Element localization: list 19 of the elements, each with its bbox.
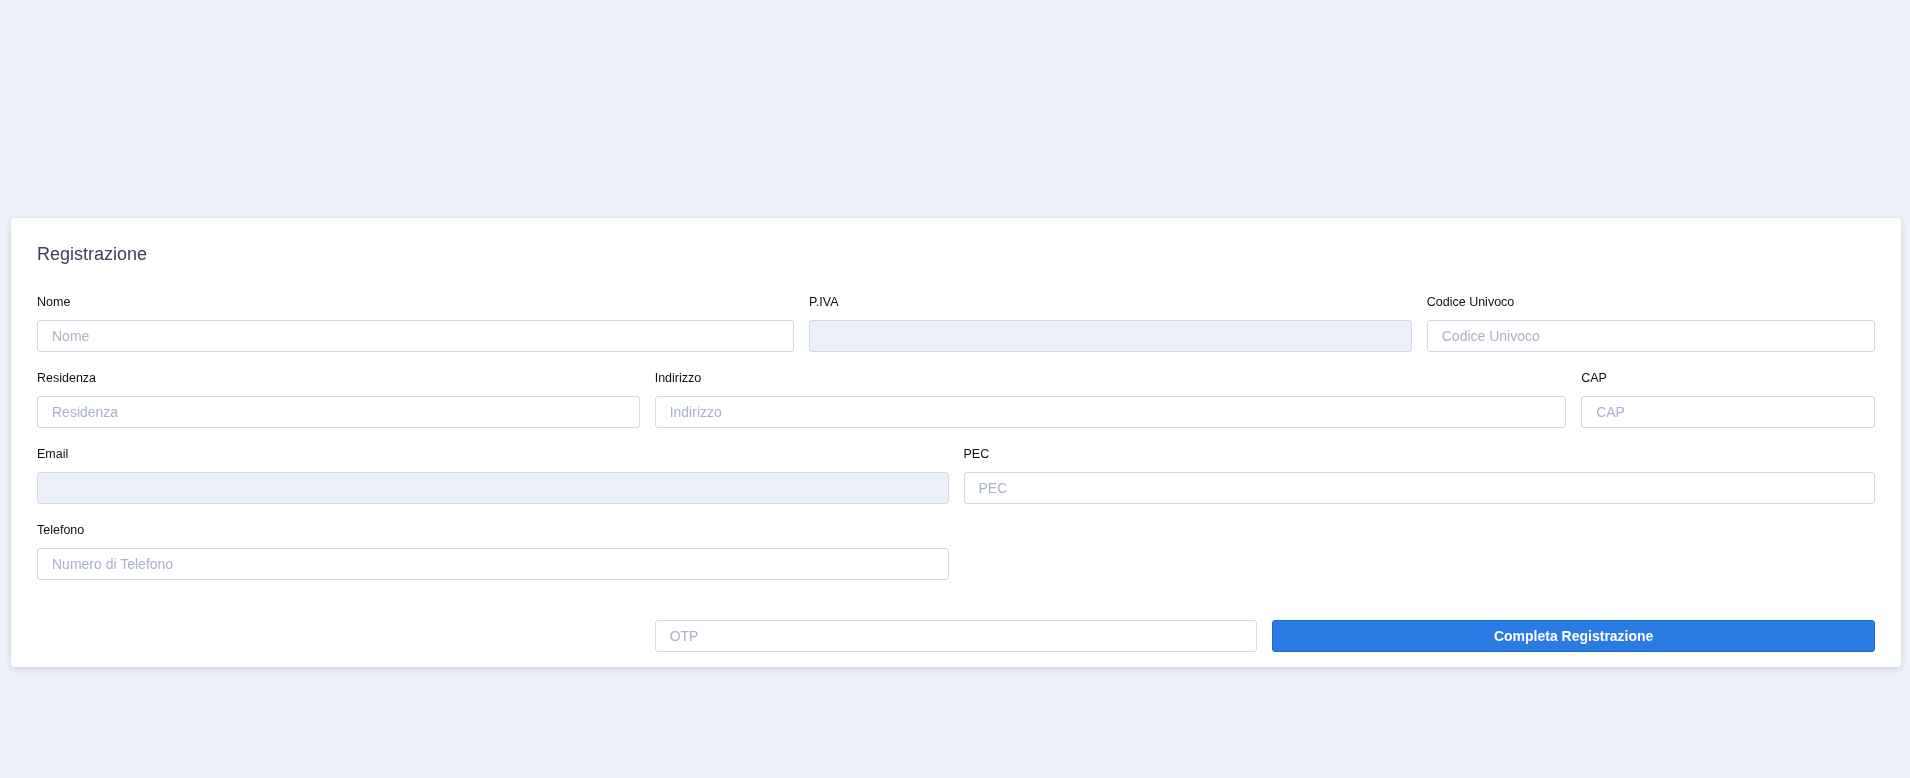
input-field[interactable]: CAP (1581, 396, 1875, 428)
input-field[interactable]: Indirizzo (654, 396, 1567, 428)
field-label: P.IVA (809, 294, 840, 310)
input-field[interactable]: PEC (963, 472, 1875, 504)
input-field[interactable]: Codice Univoco (1426, 320, 1875, 352)
input-field[interactable]: Residenza (37, 396, 640, 428)
otp-field[interactable]: OTP (654, 620, 1258, 652)
input-field[interactable]: Numero di Telefono (37, 548, 949, 580)
field-label: PEC (963, 446, 991, 462)
field-label: Indirizzo (654, 370, 703, 386)
input-field[interactable]: Nome (37, 320, 795, 352)
field-label: Nome (37, 294, 72, 310)
field-label: CAP (1581, 370, 1608, 386)
field-label: Residenza (37, 370, 98, 386)
submit-button[interactable]: Completa Registrazione (1272, 620, 1875, 652)
field-label: Codice Univoco (1426, 294, 1516, 310)
field-label: Telefono (37, 522, 86, 538)
field-label: Email (37, 446, 70, 462)
form-title: Registrazione (37, 243, 149, 266)
